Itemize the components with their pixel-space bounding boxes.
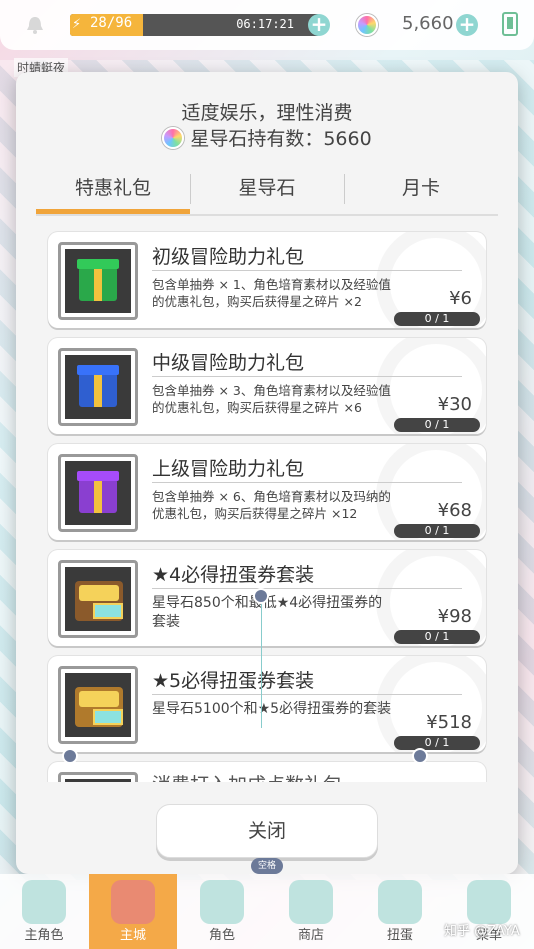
stamina-value: 28/96 (90, 15, 133, 31)
touch-marker (412, 748, 428, 764)
price-label: ¥518 (426, 712, 472, 733)
touch-marker (62, 748, 78, 764)
divider (152, 482, 462, 483)
watermark: 知乎 @ZAYA (444, 924, 520, 939)
product-title: 初级冒险助力礼包 (152, 246, 305, 268)
star-guide-stone-icon (356, 14, 378, 36)
dialog-title: 适度娱乐，理性消费 (181, 102, 353, 124)
tab-star-guide-stone[interactable]: 星导石 (190, 168, 344, 212)
product-description: 星导石850个和最低★4必得扭蛋券的套装 (152, 595, 383, 630)
purchase-limit-badge: 0 / 1 (394, 630, 480, 644)
nav-label: 主角色 (24, 928, 64, 943)
battery-icon (502, 12, 518, 36)
nav-gacha[interactable]: 扭蛋 (356, 874, 444, 949)
stamina-timer: 06:17:21 (236, 17, 294, 31)
divider (152, 694, 462, 695)
space-key-hint: 空格 (251, 858, 283, 874)
gem-count: 5,660 (402, 13, 454, 34)
menu-icon (467, 880, 511, 924)
product-title: ★5必得扭蛋券套装 (152, 670, 315, 692)
blue-gift-icon (79, 367, 117, 407)
purple-gift-icon (79, 473, 117, 513)
product-card[interactable]: 消费打入加成点数礼包 (48, 762, 486, 782)
top-status-bar: ⚡ 28/96 06:17:21 + 5,660 + (0, 0, 534, 50)
shop-icon (289, 880, 333, 924)
stamina-bar: ⚡ 28/96 06:17:21 (70, 14, 320, 36)
nav-main-character[interactable]: 主角色 (0, 874, 88, 949)
product-list[interactable]: 初级冒险助力礼包 包含单抽券 × 1、角色培育素材以及经验值的优惠礼包，购买后获… (36, 224, 498, 782)
star-guide-stone-icon (162, 127, 185, 149)
price-label: ¥68 (437, 500, 472, 521)
product-title: 消费打入加成点数礼包 (152, 770, 342, 782)
product-thumbnail (58, 242, 138, 320)
add-gems-button[interactable]: + (456, 14, 478, 36)
divider (152, 588, 462, 589)
product-thumbnail (58, 666, 138, 744)
treasure-chest-icon (75, 687, 123, 727)
product-thumbnail (58, 348, 138, 426)
product-thumbnail (58, 772, 138, 782)
product-title: ★4必得扭蛋券套装 (152, 564, 315, 586)
divider (152, 376, 462, 377)
nav-label: 主城 (119, 928, 146, 943)
nav-label: 扭蛋 (386, 928, 413, 943)
nav-main-city[interactable]: 主城 (89, 874, 177, 949)
guide-line (261, 596, 262, 728)
tab-special-packs[interactable]: 特惠礼包 (36, 168, 190, 214)
add-stamina-button[interactable]: + (308, 14, 330, 36)
purchase-limit-badge: 0 / 1 (394, 524, 480, 538)
price-label: ¥98 (437, 606, 472, 627)
product-description: 星导石5100个和★5必得扭蛋券的套装 (152, 701, 392, 717)
nav-label: 角色 (208, 928, 235, 943)
treasure-chest-icon (75, 581, 123, 621)
gem-holdings: 星导石持有数：5660 (16, 124, 518, 151)
gacha-icon (378, 880, 422, 924)
green-gift-icon (79, 261, 117, 301)
product-thumbnail (58, 560, 138, 638)
product-card[interactable]: 中级冒险助力礼包 包含单抽券 × 3、角色培育素材以及经验值的优惠礼包，购买后获… (48, 338, 486, 434)
product-card[interactable]: ★5必得扭蛋券套装 星导石5100个和★5必得扭蛋券的套装 ¥518 0 / 1 (48, 656, 486, 752)
tab-monthly-card[interactable]: 月卡 (344, 168, 498, 212)
bell-icon[interactable] (24, 14, 46, 36)
product-card[interactable]: 初级冒险助力礼包 包含单抽券 × 1、角色培育素材以及经验值的优惠礼包，购买后获… (48, 232, 486, 328)
tabs-underline (36, 214, 498, 216)
product-title: 上级冒险助力礼包 (152, 458, 305, 480)
product-thumbnail (58, 454, 138, 532)
main-character-icon (22, 880, 66, 924)
shop-tabs: 特惠礼包 星导石 月卡 (36, 168, 498, 216)
purchase-limit-badge: 0 / 1 (394, 418, 480, 432)
nav-characters[interactable]: 角色 (178, 874, 266, 949)
nav-shop[interactable]: 商店 (267, 874, 355, 949)
touch-marker (253, 588, 269, 604)
shop-dialog: 适度娱乐，理性消费 星导石持有数：5660 特惠礼包 星导石 月卡 初级冒险助力… (16, 72, 518, 874)
city-icon (111, 880, 155, 924)
price-label: ¥30 (437, 394, 472, 415)
purchase-limit-badge: 0 / 1 (394, 736, 480, 750)
holdings-label: 星导石持有数：5660 (190, 128, 372, 150)
divider (152, 270, 462, 271)
lightning-icon: ⚡ (72, 17, 82, 32)
character-icon (200, 880, 244, 924)
purchase-limit-badge: 0 / 1 (394, 312, 480, 326)
product-title: 中级冒险助力礼包 (152, 352, 305, 374)
close-button[interactable]: 关闭 (156, 804, 378, 858)
product-description: 包含单抽券 × 6、角色培育素材以及玛纳的优惠礼包，购买后获得星之碎片 ×12 (152, 489, 391, 521)
product-card[interactable]: 上级冒险助力礼包 包含单抽券 × 6、角色培育素材以及玛纳的优惠礼包，购买后获得… (48, 444, 486, 540)
nav-label: 商店 (297, 928, 324, 943)
product-description: 包含单抽券 × 3、角色培育素材以及经验值的优惠礼包，购买后获得星之碎片 ×6 (152, 383, 391, 415)
product-description: 包含单抽券 × 1、角色培育素材以及经验值的优惠礼包，购买后获得星之碎片 ×2 (152, 277, 391, 309)
price-label: ¥6 (449, 288, 472, 309)
